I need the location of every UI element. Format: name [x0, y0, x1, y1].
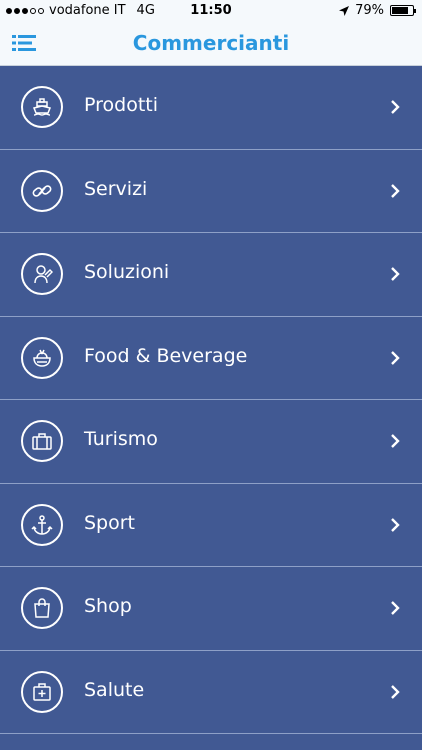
suitcase-icon	[21, 420, 63, 462]
chevron-right-icon	[391, 100, 400, 114]
battery-icon	[390, 5, 416, 16]
first-aid-kit-icon	[21, 670, 63, 713]
page-title: Commercianti	[132, 31, 290, 55]
battery-percent: 79%	[355, 3, 384, 18]
chevron-right-icon	[391, 434, 400, 448]
chain-link-icon	[21, 169, 63, 212]
category-list: Prodotti Servizi Soluzioni Food & Bevera…	[0, 66, 422, 734]
list-item-label: Shop	[84, 595, 132, 617]
chevron-right-icon	[391, 267, 400, 281]
list-item-label: Food & Beverage	[84, 344, 248, 367]
list-item-sport[interactable]: Sport	[0, 484, 422, 567]
chevron-right-icon	[391, 350, 400, 365]
list-item-label: Sport	[84, 511, 136, 534]
list-item-label: Turismo	[84, 428, 158, 450]
list-item-label: Soluzioni	[84, 261, 170, 283]
list-item-turismo[interactable]: Turismo	[0, 400, 422, 484]
navigation-bar: Commercianti	[0, 22, 422, 66]
list-item-label: Prodotti	[84, 94, 159, 116]
list-item-servizi[interactable]: Servizi	[0, 150, 422, 233]
list-item-food-beverage[interactable]: Food & Beverage	[0, 317, 422, 400]
list-item-label: Salute	[84, 678, 145, 701]
anchor-icon	[21, 503, 63, 546]
chevron-right-icon	[391, 183, 400, 198]
list-item-salute[interactable]: Salute	[0, 651, 422, 734]
chevron-right-icon	[391, 517, 400, 532]
food-bowl-icon	[21, 336, 63, 379]
ship-icon	[21, 86, 63, 128]
list-item-prodotti[interactable]: Prodotti	[0, 66, 422, 150]
list-item-soluzioni[interactable]: Soluzioni	[0, 233, 422, 317]
status-bar: vodafone IT 4G 11:50 79%	[0, 0, 422, 22]
location-arrow-icon	[339, 5, 350, 16]
shopping-bag-icon	[21, 587, 63, 629]
chevron-right-icon	[391, 684, 400, 699]
list-item-shop[interactable]: Shop	[0, 567, 422, 651]
worker-icon	[21, 253, 63, 295]
list-item-label: Servizi	[84, 177, 148, 200]
chevron-right-icon	[391, 601, 400, 615]
